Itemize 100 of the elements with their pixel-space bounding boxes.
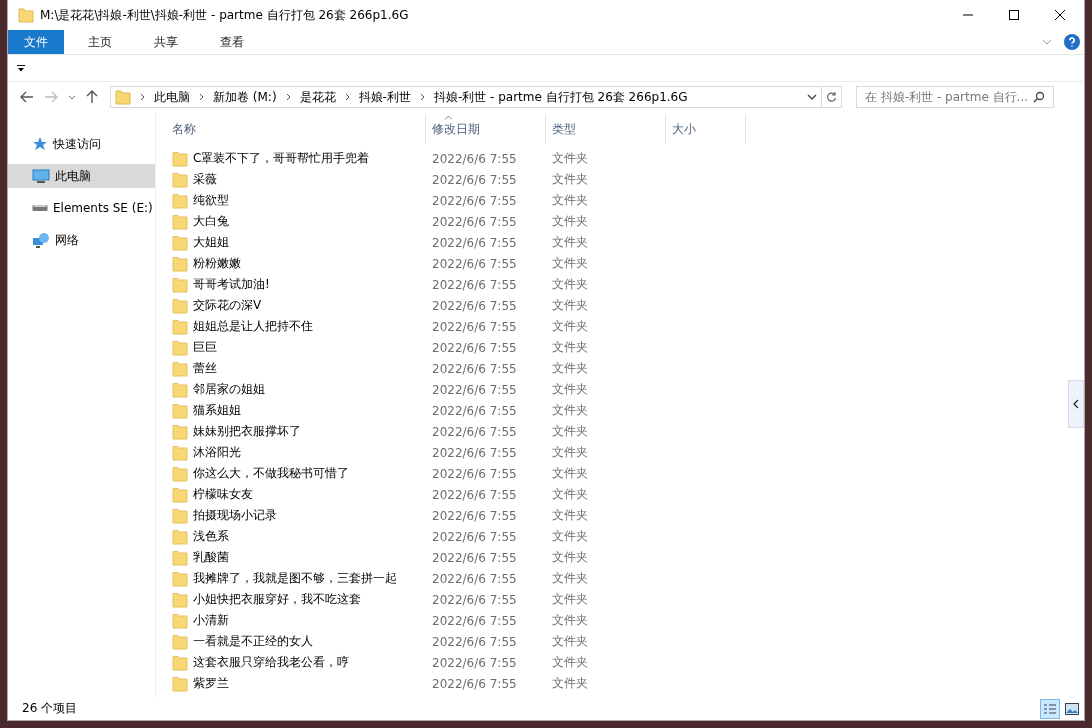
breadcrumb-item[interactable]: 是花花 <box>299 88 336 106</box>
file-name[interactable]: 蕾丝 <box>193 360 217 377</box>
modified-date: 2022/6/6 7:55 <box>431 403 518 418</box>
folder-icon <box>115 89 131 105</box>
file-type: 文件夹 <box>551 444 589 461</box>
ribbon-tab[interactable]: 主页 <box>70 30 130 54</box>
breadcrumb-item[interactable]: 抖娘-利世 <box>358 88 411 106</box>
help-icon[interactable] <box>1064 34 1080 50</box>
ribbon-tab[interactable]: 共享 <box>136 30 196 54</box>
file-name[interactable]: 你这么大，不做我秘书可惜了 <box>193 465 349 482</box>
chevron-right-icon[interactable] <box>140 93 145 101</box>
breadcrumb-item[interactable]: 新加卷 (M:) <box>213 88 277 106</box>
modified-date: 2022/6/6 7:55 <box>431 256 518 271</box>
close-icon[interactable] <box>1054 9 1066 21</box>
file-name[interactable]: C罩装不下了，哥哥帮忙用手兜着 <box>193 150 370 167</box>
folder-icon <box>172 402 188 419</box>
file-name[interactable]: 小清新 <box>193 612 229 629</box>
file-name[interactable]: 一看就是不正经的女人 <box>193 633 313 650</box>
sidebar-item[interactable]: Elements SE (E:) <box>8 196 155 220</box>
network-icon <box>32 232 50 248</box>
file-type: 文件夹 <box>551 402 589 419</box>
window-title: M:\是花花\抖娘-利世\抖娘-利世 - partme 自行打包 26套 266p1.6G <box>40 6 409 24</box>
modified-date: 2022/6/6 7:55 <box>431 214 518 229</box>
file-name[interactable]: 沐浴阳光 <box>193 444 241 461</box>
file-type: 文件夹 <box>551 654 589 671</box>
item-count: 26 个项目 <box>22 700 78 717</box>
chevron-down-icon[interactable] <box>807 94 817 100</box>
file-type: 文件夹 <box>551 423 589 440</box>
maximize-icon[interactable] <box>1008 9 1020 21</box>
file-type: 文件夹 <box>551 633 589 650</box>
file-type: 文件夹 <box>551 297 589 314</box>
file-name[interactable]: 拍摄现场小记录 <box>193 507 277 524</box>
panel-toggle-button[interactable] <box>1068 380 1084 428</box>
folder-icon <box>18 7 34 23</box>
refresh-button[interactable] <box>822 86 842 108</box>
chevron-right-icon[interactable] <box>344 93 350 101</box>
modified-date: 2022/6/6 7:55 <box>431 445 518 460</box>
customize-toolbar-icon[interactable] <box>17 64 25 72</box>
picture-icon <box>1065 702 1079 715</box>
folder-icon <box>172 570 188 587</box>
folder-icon <box>172 255 188 272</box>
file-name[interactable]: 邻居家の姐姐 <box>193 381 265 398</box>
file-name[interactable]: 乳酸菌 <box>193 549 229 566</box>
modified-date: 2022/6/6 7:55 <box>431 529 518 544</box>
sidebar-item[interactable]: 此电脑 <box>8 164 155 188</box>
file-name[interactable]: 交际花の深V <box>193 297 262 314</box>
modified-date: 2022/6/6 7:55 <box>431 235 518 250</box>
file-name[interactable]: 姐姐总是让人把持不住 <box>193 318 313 335</box>
file-name[interactable]: 纯欲型 <box>193 192 229 209</box>
file-type: 文件夹 <box>551 528 589 545</box>
sidebar-item[interactable]: 网络 <box>8 228 155 252</box>
chevron-right-icon[interactable] <box>199 93 204 101</box>
file-name[interactable]: 紫罗兰 <box>193 675 229 692</box>
back-arrow-icon[interactable] <box>20 91 34 103</box>
breadcrumb-item[interactable]: 此电脑 <box>154 88 190 106</box>
file-type: 文件夹 <box>551 234 589 251</box>
file-name[interactable]: 大白兔 <box>193 213 229 230</box>
file-type: 文件夹 <box>551 612 589 629</box>
file-name[interactable]: 粉粉嫩嫩 <box>193 255 241 272</box>
file-name[interactable]: 这套衣服只穿给我老公看，哼 <box>193 654 349 671</box>
modified-date: 2022/6/6 7:55 <box>431 592 518 607</box>
sort-up-icon <box>444 115 453 120</box>
breadcrumb-item[interactable]: 抖娘-利世 - partme 自行打包 26套 266p1.6G <box>433 88 688 106</box>
file-name[interactable]: 柠檬味女友 <box>193 486 253 503</box>
search-field[interactable]: 在 抖娘-利世 - partme 自行... <box>856 86 1054 108</box>
file-name[interactable]: 我摊牌了，我就是图不够，三套拼一起 <box>193 570 397 587</box>
file-type: 文件夹 <box>551 213 589 230</box>
column-header[interactable]: 修改日期 <box>426 114 546 144</box>
chevron-right-icon[interactable] <box>285 93 291 101</box>
file-name[interactable]: 巨巨 <box>193 339 217 356</box>
file-type: 文件夹 <box>551 339 589 356</box>
sidebar-item[interactable]: 快速访问 <box>8 132 155 156</box>
file-type: 文件夹 <box>551 150 589 167</box>
file-name[interactable]: 妹妹别把衣服撑坏了 <box>193 423 301 440</box>
file-name[interactable]: 猫系姐姐 <box>193 402 241 419</box>
column-header[interactable]: 大小 <box>666 114 746 144</box>
modified-date: 2022/6/6 7:55 <box>431 508 518 523</box>
file-type: 文件夹 <box>551 675 589 692</box>
file-name[interactable]: 采薇 <box>193 171 217 188</box>
file-type: 文件夹 <box>551 276 589 293</box>
folder-icon <box>172 549 188 566</box>
column-header[interactable]: 名称 <box>172 114 426 144</box>
column-header[interactable]: 类型 <box>546 114 666 144</box>
modified-date: 2022/6/6 7:55 <box>431 151 518 166</box>
folder-icon <box>172 276 188 293</box>
modified-date: 2022/6/6 7:55 <box>431 424 518 439</box>
chevron-down-icon[interactable] <box>68 94 76 100</box>
address-bar[interactable]: 此电脑 新加卷 (M:) 是花花 抖娘-利世 抖娘-利世 - partme 自行打包 26套 266p1.6G <box>110 86 822 108</box>
up-arrow-icon[interactable] <box>86 90 98 104</box>
ribbon-tab[interactable]: 查看 <box>202 30 262 54</box>
ribbon-tab[interactable]: 文件 <box>8 30 64 54</box>
file-name[interactable]: 小姐快把衣服穿好，我不吃这套 <box>193 591 361 608</box>
modified-date: 2022/6/6 7:55 <box>431 634 518 649</box>
file-name[interactable]: 大姐姐 <box>193 234 229 251</box>
file-name[interactable]: 浅色系 <box>193 528 229 545</box>
folder-icon <box>172 612 188 629</box>
chevron-left-icon <box>1073 399 1079 409</box>
file-type: 文件夹 <box>551 360 589 377</box>
chevron-right-icon[interactable] <box>419 93 425 101</box>
file-name[interactable]: 哥哥考试加油! <box>193 276 270 293</box>
